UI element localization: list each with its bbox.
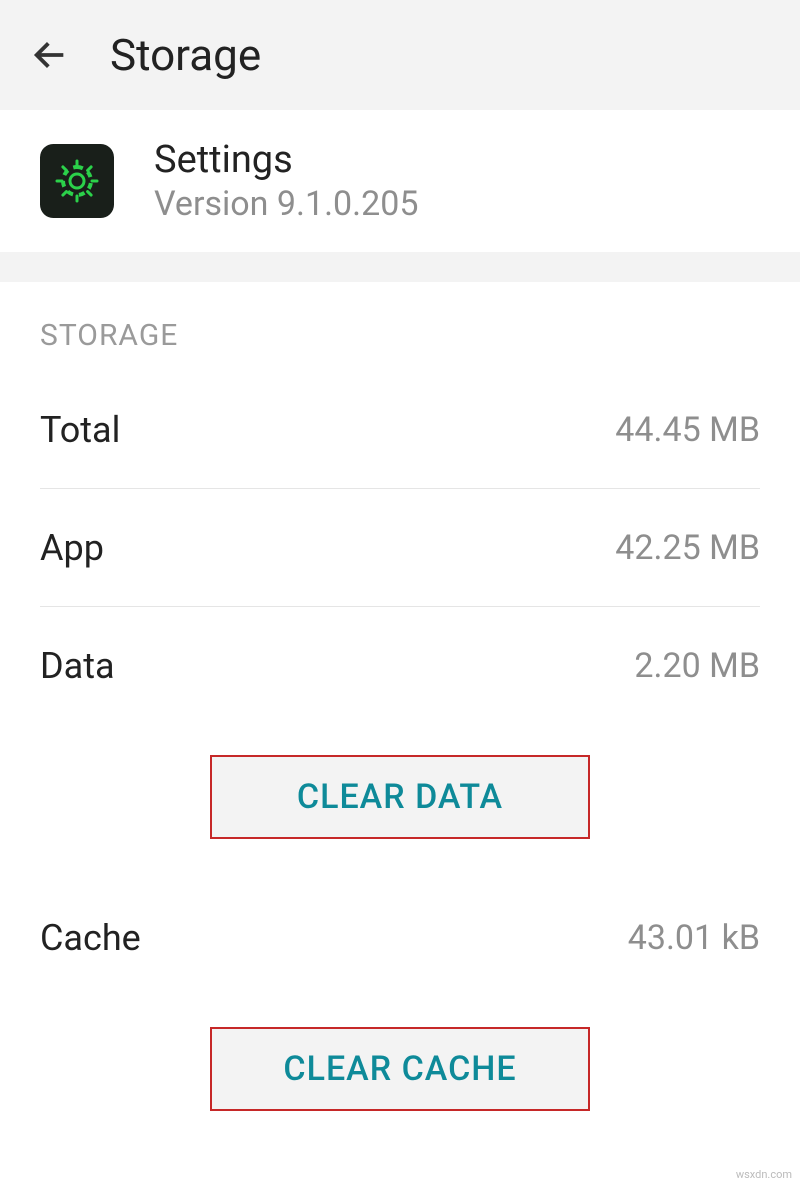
clear-data-button[interactable]: CLEAR DATA xyxy=(210,755,590,839)
clear-cache-button[interactable]: CLEAR CACHE xyxy=(210,1027,590,1111)
row-cache-label: Cache xyxy=(40,917,141,959)
app-icon xyxy=(40,144,114,218)
row-data-value: 2.20 MB xyxy=(634,646,760,686)
gear-icon xyxy=(53,157,101,205)
app-name: Settings xyxy=(154,138,418,182)
row-app-label: App xyxy=(40,527,104,569)
row-cache-value: 43.01 kB xyxy=(628,918,760,958)
storage-list: Total 44.45 MB App 42.25 MB Data 2.20 MB xyxy=(0,371,800,725)
watermark: wsxdn.com xyxy=(736,1168,792,1181)
row-cache: Cache 43.01 kB xyxy=(40,879,760,997)
app-info-text: Settings Version 9.1.0.205 xyxy=(154,138,418,224)
cache-list: Cache 43.01 kB xyxy=(0,879,800,997)
app-version: Version 9.1.0.205 xyxy=(154,184,418,224)
page-title: Storage xyxy=(110,29,261,81)
section-header-storage: STORAGE xyxy=(0,282,800,371)
row-data-label: Data xyxy=(40,645,115,687)
row-total-label: Total xyxy=(40,409,120,451)
app-bar: Storage xyxy=(0,0,800,110)
section-divider xyxy=(0,252,800,282)
back-button[interactable] xyxy=(30,35,70,75)
row-total: Total 44.45 MB xyxy=(40,371,760,489)
row-app: App 42.25 MB xyxy=(40,489,760,607)
clear-cache-row: CLEAR CACHE xyxy=(0,997,800,1151)
arrow-left-icon xyxy=(30,35,70,75)
row-app-value: 42.25 MB xyxy=(615,528,760,568)
app-info-section: Settings Version 9.1.0.205 xyxy=(0,110,800,252)
clear-data-row: CLEAR DATA xyxy=(0,725,800,879)
row-data: Data 2.20 MB xyxy=(40,607,760,725)
row-total-value: 44.45 MB xyxy=(615,410,760,450)
